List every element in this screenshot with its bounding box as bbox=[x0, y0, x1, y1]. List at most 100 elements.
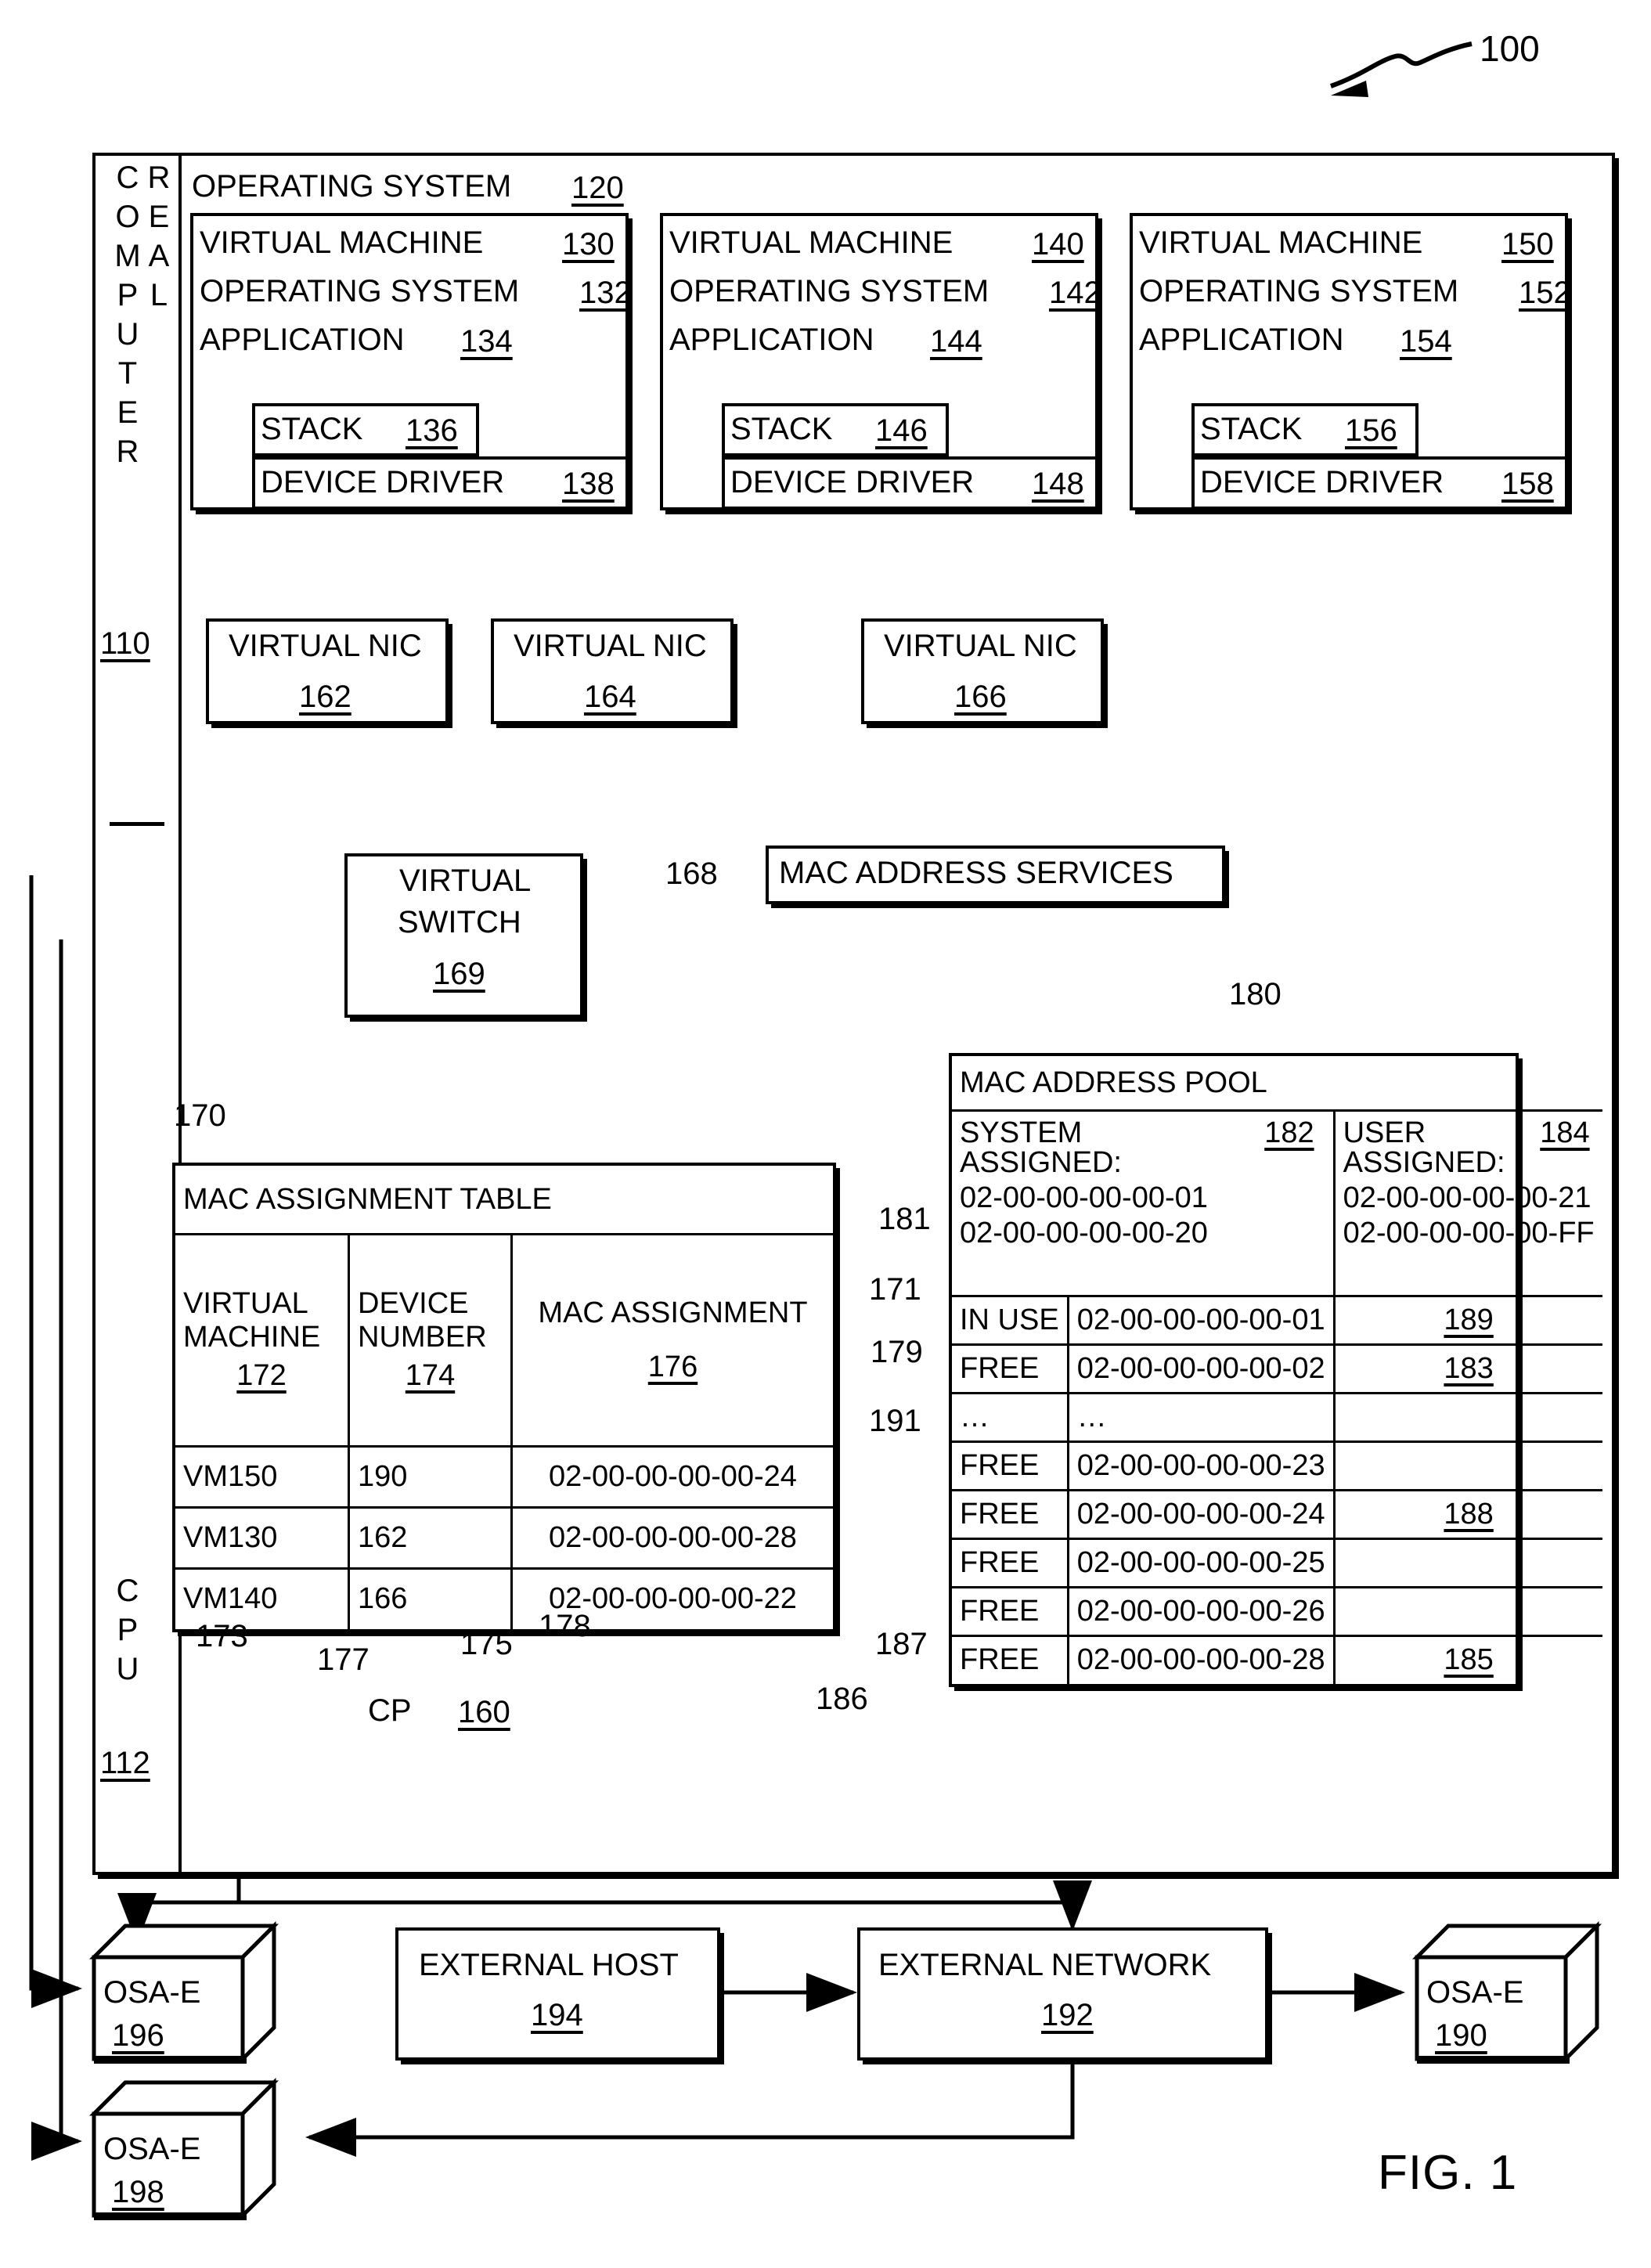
pool-row1-status: FREE bbox=[952, 1343, 1069, 1394]
pool-row3-status: FREE bbox=[952, 1440, 1069, 1491]
vm140-os-label: OPERATING SYSTEM bbox=[669, 274, 990, 308]
mac-assignment-table: MAC ASSIGNMENT TABLE VIRTUAL MACHINE 172… bbox=[172, 1163, 836, 1632]
col-virtual-machine-header: VIRTUAL MACHINE 172 bbox=[175, 1233, 350, 1448]
virtual-nic-166-ref: 166 bbox=[954, 680, 1007, 714]
vm130-os-label: OPERATING SYSTEM bbox=[200, 274, 520, 308]
callout-175: 175 bbox=[460, 1627, 513, 1661]
vm140-driver-ref: 148 bbox=[1032, 467, 1084, 501]
callout-181: 181 bbox=[878, 1202, 931, 1236]
mac-address-services-label: MAC ADDRESS SERVICES bbox=[779, 856, 1173, 890]
mac-assignment-table-ref: 170 bbox=[174, 1098, 226, 1133]
cp-ref: 160 bbox=[458, 1695, 510, 1729]
pool-row7-mac: 02-00-00-00-00-28 bbox=[1066, 1634, 1336, 1684]
vm130-app-ref: 134 bbox=[460, 324, 513, 359]
pool-row0-status: IN USE bbox=[952, 1294, 1069, 1346]
pool-row2-mac: … bbox=[1066, 1391, 1336, 1443]
vm140-ref: 140 bbox=[1032, 227, 1084, 261]
callout-179: 179 bbox=[871, 1335, 923, 1369]
real-computer-label: REAL COMPUTER bbox=[110, 160, 176, 474]
system-assigned-ref: 182 bbox=[1264, 1116, 1314, 1149]
mac-address-pool: MAC ADDRESS POOL SYSTEM 182 ASSIGNED: 02… bbox=[949, 1053, 1602, 1687]
cpu-label: CPU bbox=[110, 1574, 145, 1691]
pool-ranges-row: SYSTEM 182 ASSIGNED: 02-00-00-00-00-01 0… bbox=[952, 1109, 1602, 1297]
user-assigned-range-start: 02-00-00-00-00-21 bbox=[1343, 1181, 1592, 1214]
mac-assignment-title-row: MAC ASSIGNMENT TABLE bbox=[175, 1166, 833, 1235]
virtual-nic-162-label: VIRTUAL NIC bbox=[229, 629, 422, 663]
vm140-stack-ref: 146 bbox=[875, 413, 928, 448]
vm150-stack-ref: 156 bbox=[1345, 413, 1397, 448]
vm150-stack-label: STACK bbox=[1200, 412, 1303, 446]
real-computer-ref: 110 bbox=[100, 626, 150, 661]
vm130-stack-ref: 136 bbox=[406, 413, 458, 448]
col-mac-assignment-header: MAC ASSIGNMENT 176 bbox=[510, 1233, 833, 1448]
callout-186: 186 bbox=[816, 1682, 868, 1716]
row0-mac: 02-00-00-00-00-24 bbox=[510, 1444, 833, 1509]
col-dev-line1: DEVICE bbox=[358, 1287, 469, 1321]
pool-row4-ref: 188 bbox=[1334, 1488, 1602, 1540]
pool-row1-ref: 183 bbox=[1334, 1343, 1602, 1394]
table-row: FREE 02-00-00-00-00-24 188 bbox=[952, 1488, 1602, 1540]
host-os-label: OPERATING SYSTEM bbox=[192, 169, 512, 204]
pool-row2-ref bbox=[1334, 1391, 1602, 1443]
vm150-app-ref: 154 bbox=[1400, 324, 1452, 359]
figure-caption: FIG. 1 bbox=[1378, 2146, 1518, 2200]
col-vm-ref: 172 bbox=[236, 1359, 287, 1393]
vm140-os-ref: 142 bbox=[1049, 276, 1101, 310]
vm140-app-ref: 144 bbox=[930, 324, 982, 359]
user-assigned-range-end: 02-00-00-00-00-FF bbox=[1343, 1217, 1595, 1249]
virtual-switch-ref: 169 bbox=[433, 957, 485, 991]
vm140-stack-label: STACK bbox=[730, 412, 833, 446]
virtual-nic-162-ref: 162 bbox=[299, 680, 351, 714]
row2-device: 166 bbox=[348, 1567, 513, 1629]
strip-dash bbox=[110, 822, 164, 826]
table-row: FREE 02-00-00-00-00-02 183 bbox=[952, 1343, 1602, 1394]
callout-171: 171 bbox=[869, 1272, 921, 1307]
cpu-ref: 112 bbox=[100, 1746, 150, 1780]
system-assigned-range-start: 02-00-00-00-00-01 bbox=[960, 1181, 1208, 1214]
callout-191: 191 bbox=[869, 1404, 921, 1438]
table-row: VM140 166 02-00-00-00-00-22 bbox=[175, 1567, 833, 1629]
mac-address-services-ref: 168 bbox=[665, 856, 718, 891]
col-device-number-header: DEVICE NUMBER 174 bbox=[348, 1233, 513, 1448]
table-row: FREE 02-00-00-00-00-28 185 bbox=[952, 1634, 1602, 1684]
virtual-switch-line2: SWITCH bbox=[398, 905, 521, 939]
pool-row2-status: … bbox=[952, 1391, 1069, 1443]
external-network-label: EXTERNAL NETWORK bbox=[878, 1948, 1212, 1982]
col-vm-line1: VIRTUAL bbox=[183, 1287, 308, 1321]
pool-row3-mac: 02-00-00-00-00-23 bbox=[1066, 1440, 1336, 1491]
vm150-ref: 150 bbox=[1501, 227, 1554, 261]
osa-e-190-label: OSA-E bbox=[1426, 1975, 1524, 2010]
pool-row7-status: FREE bbox=[952, 1634, 1069, 1684]
system-assigned-cell: SYSTEM 182 ASSIGNED: 02-00-00-00-00-01 0… bbox=[952, 1109, 1336, 1297]
vm130-driver-label: DEVICE DRIVER bbox=[261, 465, 505, 499]
col-mac-line1: MAC ASSIGNMENT bbox=[538, 1296, 808, 1329]
vm140-title: VIRTUAL MACHINE bbox=[669, 225, 953, 260]
virtual-switch-line1: VIRTUAL bbox=[399, 864, 532, 898]
pool-row7-ref: 185 bbox=[1334, 1634, 1602, 1684]
table-row: VM150 190 02-00-00-00-00-24 bbox=[175, 1444, 833, 1509]
patent-figure-page: 100 REAL COMPUTER 110 CPU 112 OPERATING … bbox=[0, 0, 1651, 2268]
system-assigned-range-end: 02-00-00-00-00-20 bbox=[960, 1217, 1208, 1249]
mac-assignment-grid: MAC ASSIGNMENT TABLE VIRTUAL MACHINE 172… bbox=[175, 1166, 833, 1629]
vm150-app-label: APPLICATION bbox=[1139, 323, 1344, 357]
pool-row3-ref bbox=[1334, 1440, 1602, 1491]
mac-address-pool-grid: MAC ADDRESS POOL SYSTEM 182 ASSIGNED: 02… bbox=[952, 1056, 1602, 1684]
vm150-title: VIRTUAL MACHINE bbox=[1139, 225, 1423, 260]
system-reference-100: 100 bbox=[1480, 28, 1540, 69]
system-assigned-line1: SYSTEM bbox=[960, 1116, 1083, 1149]
row1-device: 162 bbox=[348, 1505, 513, 1570]
osa-e-198-ref: 198 bbox=[112, 2175, 164, 2209]
pool-title-row: MAC ADDRESS POOL bbox=[952, 1056, 1602, 1112]
pool-row6-ref bbox=[1334, 1585, 1602, 1637]
vm130-driver-ref: 138 bbox=[562, 467, 615, 501]
user-assigned-line1: USER bbox=[1343, 1116, 1426, 1149]
user-assigned-cell: USER 184 ASSIGNED: 02-00-00-00-00-21 02-… bbox=[1332, 1109, 1602, 1297]
external-host-ref: 194 bbox=[531, 1998, 583, 2032]
table-row: … … bbox=[952, 1391, 1602, 1443]
vm140-driver-label: DEVICE DRIVER bbox=[730, 465, 975, 499]
osa-e-196-ref: 196 bbox=[112, 2018, 164, 2053]
col-mac-ref: 176 bbox=[647, 1350, 698, 1383]
vm130-ref: 130 bbox=[562, 227, 615, 261]
row0-device: 190 bbox=[348, 1444, 513, 1509]
col-dev-ref: 174 bbox=[405, 1359, 456, 1393]
